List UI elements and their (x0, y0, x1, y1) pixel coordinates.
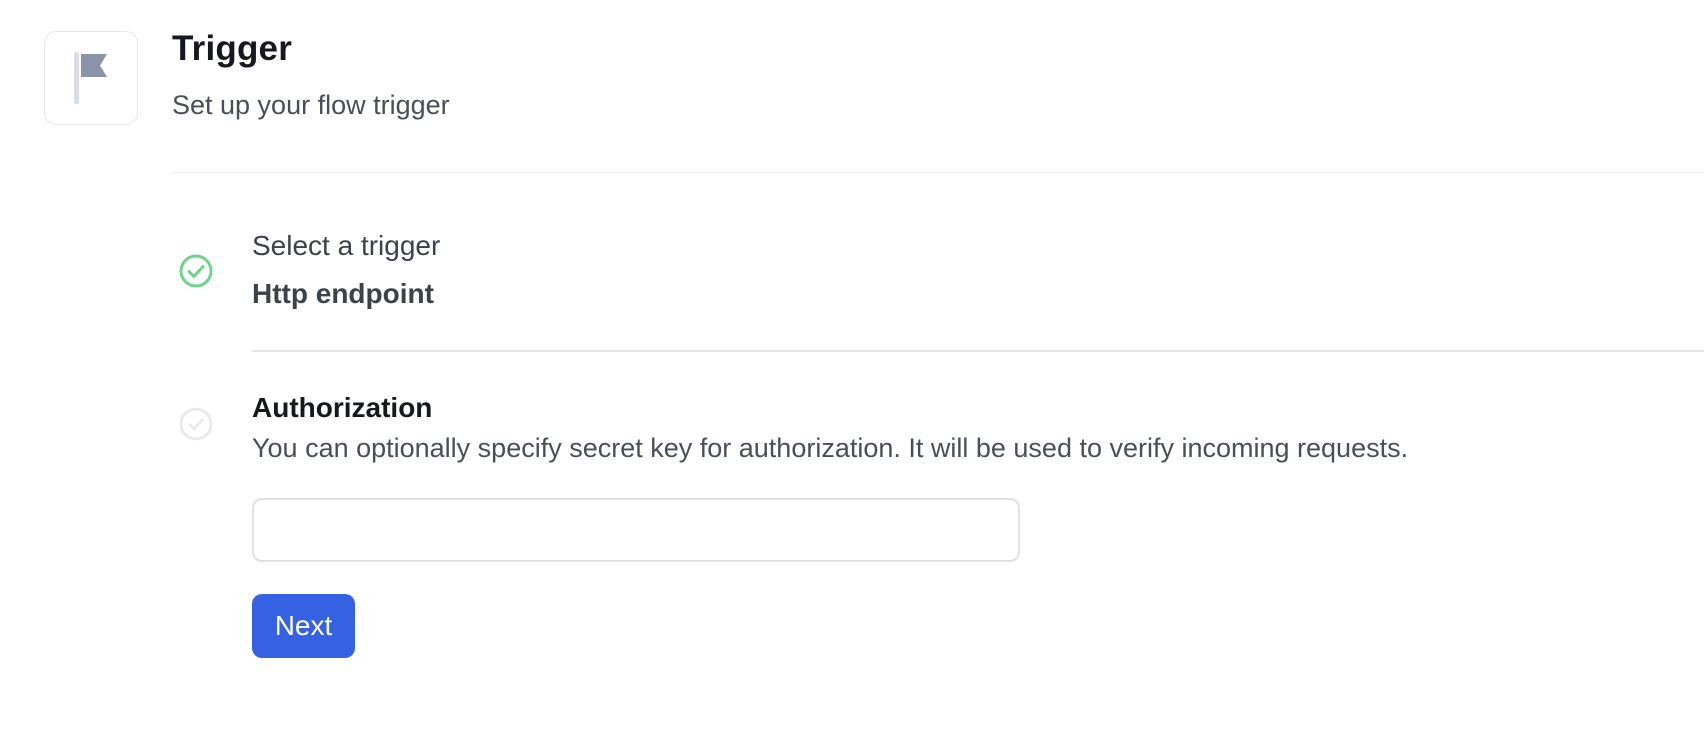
step-select-trigger-value: Http endpoint (252, 278, 434, 309)
header-divider (172, 172, 1704, 173)
step-pending-check-icon (178, 406, 214, 442)
next-button[interactable]: Next (252, 594, 355, 658)
step-complete-check-icon (178, 253, 214, 289)
step-authorization-description: You can optionally specify secret key fo… (252, 433, 1409, 463)
flag-icon (74, 52, 107, 104)
step-divider (252, 350, 1704, 352)
trigger-icon-tile (44, 31, 138, 125)
step-authorization-title: Authorization (252, 392, 433, 423)
page-subtitle: Set up your flow trigger (172, 90, 450, 120)
secret-key-input[interactable] (252, 498, 1020, 562)
trigger-setup-page: Trigger Set up your flow trigger Select … (0, 0, 1704, 738)
page-title: Trigger (172, 29, 293, 68)
step-select-trigger-label: Select a trigger (252, 230, 441, 261)
